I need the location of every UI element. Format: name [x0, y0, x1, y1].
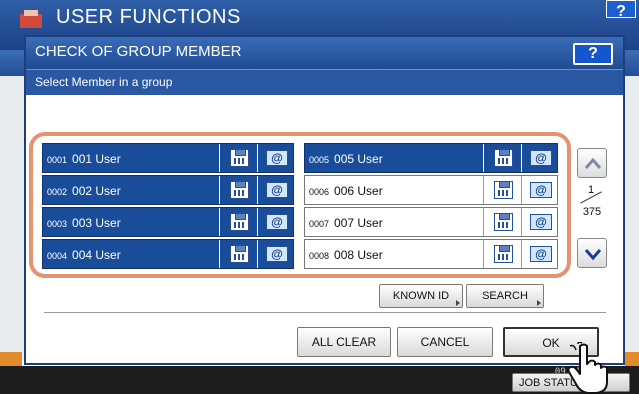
cancel-button[interactable]: CANCEL	[397, 327, 493, 357]
page-total: 375	[582, 206, 602, 218]
chevron-up-icon	[584, 157, 602, 169]
known-id-label: KNOWN ID	[392, 290, 450, 302]
app-title: USER FUNCTIONS	[56, 6, 241, 28]
scroll-up-button[interactable]	[577, 148, 607, 178]
page-current: 1	[587, 184, 595, 196]
dialog-help-button[interactable]: ?	[573, 43, 613, 65]
dialog-instruction-bar: Select Member in a group	[26, 69, 623, 95]
all-clear-button[interactable]: ALL CLEAR	[297, 327, 391, 357]
app-accent-right	[625, 352, 639, 366]
scroll-down-button[interactable]	[577, 238, 607, 268]
highlight-frame	[29, 132, 571, 278]
divider	[44, 312, 606, 313]
app-help-button[interactable]: ?	[606, 0, 636, 20]
app-accent-left	[0, 352, 22, 366]
pointer-hand-icon	[567, 342, 608, 394]
known-id-button[interactable]: KNOWN ID	[379, 284, 463, 308]
chevron-down-icon	[584, 249, 602, 261]
dialog-instruction: Select Member in a group	[35, 75, 173, 89]
caret-icon	[456, 300, 460, 306]
user-functions-icon	[20, 10, 42, 28]
caret-icon	[537, 300, 541, 306]
dialog-titlebar: CHECK OF GROUP MEMBER ?	[26, 37, 623, 69]
screen: USER FUNCTIONS ? 09:25 JOB STATUS CHECK …	[0, 0, 639, 394]
dialog-title: CHECK OF GROUP MEMBER	[35, 43, 242, 60]
search-label: SEARCH	[482, 290, 528, 302]
search-button[interactable]: SEARCH	[466, 284, 544, 308]
